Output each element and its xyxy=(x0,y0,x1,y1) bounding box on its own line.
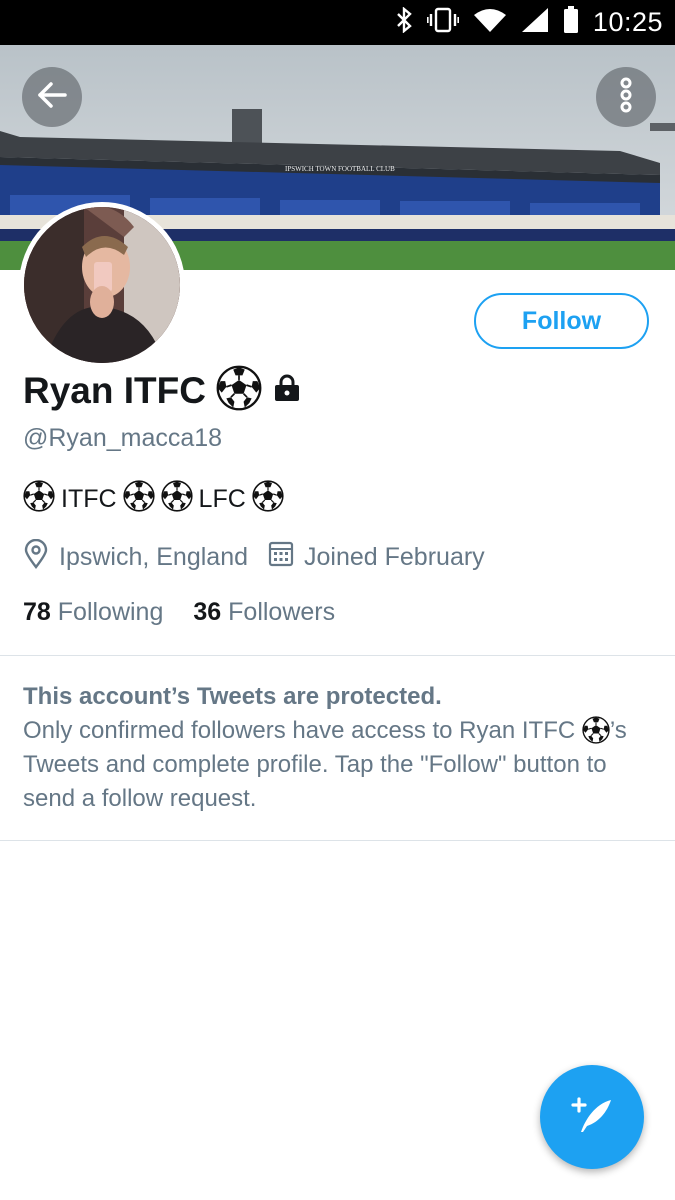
status-icons: 10:25 xyxy=(395,0,663,45)
calendar-icon xyxy=(268,541,294,574)
divider xyxy=(0,840,675,841)
follow-button[interactable]: Follow xyxy=(474,293,649,349)
profile-name-row: Ryan ITFC xyxy=(23,365,302,416)
bio-text-itfc: ITFC xyxy=(61,485,117,513)
protected-body-part1: Only confirmed followers have access to … xyxy=(23,717,576,744)
followers-count: 36 xyxy=(193,598,222,626)
display-name: Ryan ITFC xyxy=(23,369,206,411)
vibrate-icon xyxy=(426,7,459,38)
status-bar: 10:25 xyxy=(0,0,675,45)
back-button[interactable] xyxy=(22,67,82,127)
banner-stadium-sign: IPSWICH TOWN FOOTBALL CLUB xyxy=(285,165,395,173)
bio-text-lfc: LFC xyxy=(198,485,246,513)
compose-tweet-button[interactable] xyxy=(540,1065,644,1169)
location-pin-icon xyxy=(23,538,49,576)
profile-handle: @Ryan_macca18 xyxy=(23,424,223,452)
following-count: 78 xyxy=(23,598,51,626)
profile-bio: ITFC LFC xyxy=(23,480,284,519)
joined-text: Joined February xyxy=(304,543,485,571)
following-label: Following xyxy=(57,598,164,626)
divider xyxy=(0,655,675,656)
overflow-menu-button[interactable] xyxy=(596,67,656,127)
soccer-ball-icon xyxy=(216,365,262,416)
lock-icon xyxy=(272,373,302,408)
soccer-ball-icon xyxy=(252,480,284,519)
wifi-icon xyxy=(473,7,507,38)
soccer-ball-icon xyxy=(23,480,55,519)
soccer-ball-icon xyxy=(582,717,610,744)
profile-joined: Joined February xyxy=(268,541,485,574)
location-text: Ipswich, England xyxy=(59,543,249,571)
followers-count-link[interactable]: 36 Followers xyxy=(193,598,335,627)
protected-body: Only confirmed followers have access to … xyxy=(23,714,643,816)
avatar-image xyxy=(24,207,180,363)
bluetooth-icon xyxy=(395,6,413,38)
profile-location: Ipswich, England xyxy=(23,538,249,576)
protected-notice: This account’s Tweets are protected. Onl… xyxy=(23,680,643,816)
more-vertical-icon xyxy=(616,75,636,120)
profile-counts: 78 Following 36 Followers xyxy=(23,598,335,627)
back-arrow-icon xyxy=(35,78,69,117)
status-time: 10:25 xyxy=(592,7,663,37)
followers-label: Followers xyxy=(228,598,336,626)
soccer-ball-icon xyxy=(161,480,193,519)
avatar[interactable] xyxy=(19,202,185,368)
soccer-ball-icon xyxy=(123,480,155,519)
following-count-link[interactable]: 78 Following xyxy=(23,598,163,627)
protected-title: This account’s Tweets are protected. xyxy=(23,683,442,710)
battery-icon xyxy=(563,6,579,39)
profile-meta: Ipswich, England Joined February xyxy=(23,538,485,576)
compose-tweet-icon xyxy=(567,1090,617,1145)
signal-icon xyxy=(521,7,549,38)
